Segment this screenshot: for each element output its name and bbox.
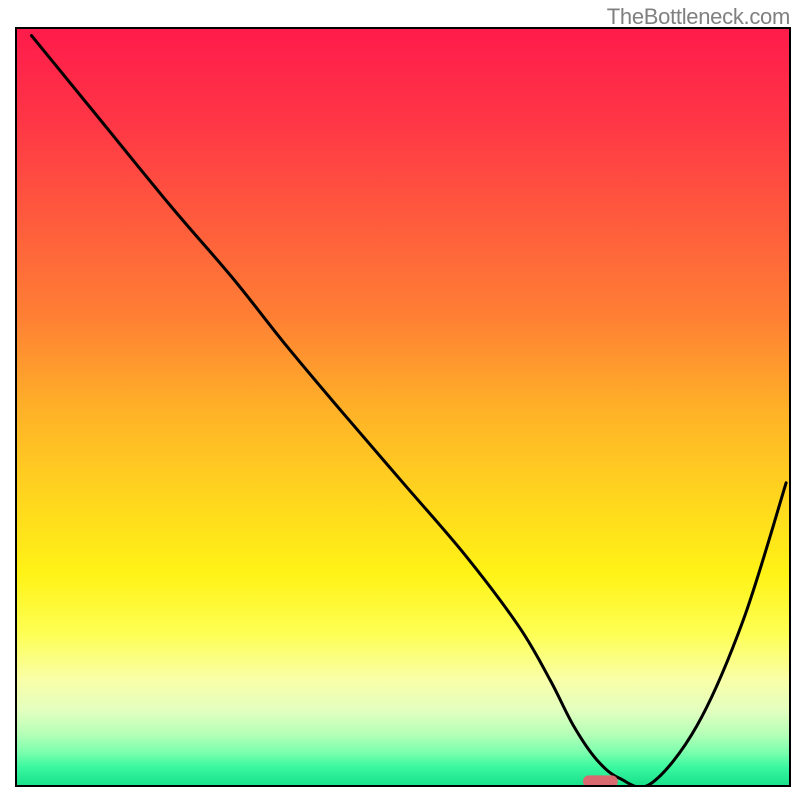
gradient-background — [16, 28, 790, 786]
watermark-text: TheBottleneck.com — [607, 4, 790, 30]
chart-container: TheBottleneck.com — [0, 0, 800, 800]
bottleneck-chart — [0, 0, 800, 800]
